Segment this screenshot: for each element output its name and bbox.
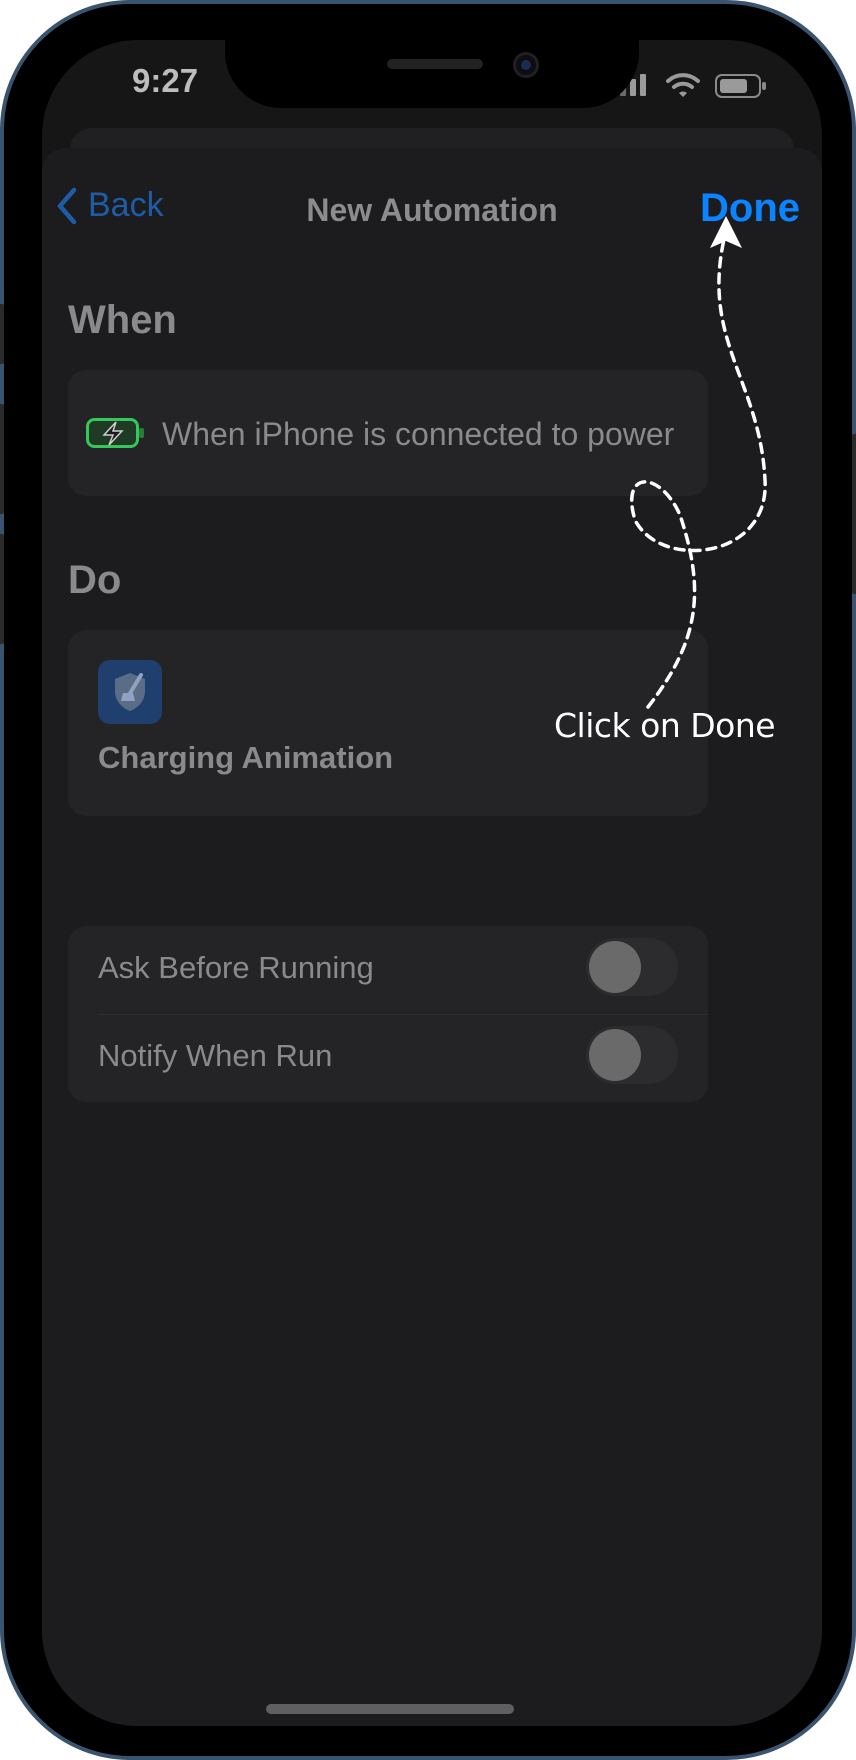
notify-when-run-toggle[interactable]: [586, 1026, 678, 1084]
annotation-label: Click on Done: [554, 706, 776, 745]
trigger-card[interactable]: When iPhone is connected to power: [68, 370, 708, 496]
phone-screen: 9:27 Back New Automation Done When When …: [42, 40, 822, 1726]
trigger-text: When iPhone is connected to power: [162, 416, 675, 452]
wifi-icon: [666, 73, 700, 97]
cleaner-shield-icon: [98, 660, 162, 724]
settings-card: Ask Before Running Notify When Run: [68, 926, 708, 1102]
front-camera: [513, 52, 539, 78]
speaker-grille: [387, 59, 483, 69]
side-button: [852, 434, 856, 594]
do-heading: Do: [68, 558, 122, 602]
ask-before-running-toggle[interactable]: [586, 938, 678, 996]
notify-when-run-label: Notify When Run: [98, 1038, 333, 1073]
done-button[interactable]: Done: [700, 186, 800, 231]
toggle-knob: [589, 1029, 641, 1081]
notch: [225, 40, 639, 108]
action-name: Charging Animation: [98, 740, 394, 775]
charging-battery-icon: [86, 418, 144, 448]
when-heading: When: [68, 298, 177, 342]
volume-down-button: [0, 534, 4, 644]
toggle-knob: [589, 941, 641, 993]
settings-divider: [98, 1014, 708, 1015]
volume-up-button: [0, 404, 4, 514]
automation-sheet: Back New Automation Done When When iPhon…: [42, 148, 822, 1726]
status-time: 9:27: [132, 62, 199, 99]
battery-icon: [715, 74, 766, 98]
phone-frame: 9:27 Back New Automation Done When When …: [0, 0, 856, 1760]
ask-before-running-label: Ask Before Running: [98, 950, 374, 985]
mute-switch: [0, 304, 4, 364]
home-indicator: [266, 1704, 514, 1714]
